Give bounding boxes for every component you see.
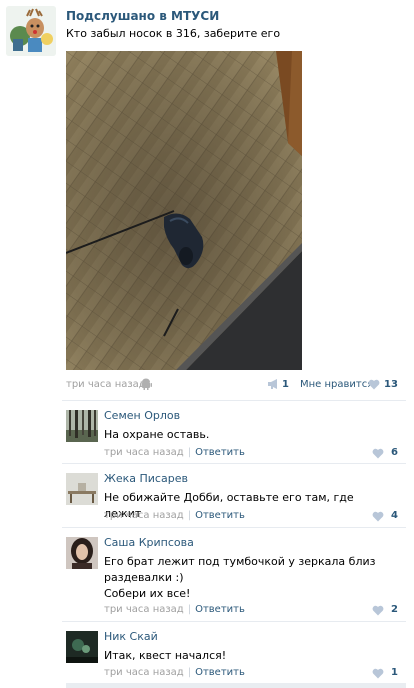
reply-link[interactable]: Ответить [195, 447, 245, 458]
comment: Саша Крипсова Его брат лежит под тумбочк… [62, 527, 406, 621]
avatar[interactable] [66, 537, 98, 569]
like-count[interactable]: 13 [384, 379, 398, 390]
room-avatar [66, 473, 98, 505]
reply-link[interactable]: Ответить [195, 510, 245, 521]
post-footer: три часа назад 1 Мне нравится 13 [66, 376, 406, 394]
reply-link[interactable]: Ответить [195, 667, 245, 678]
megaphone-icon[interactable] [267, 378, 280, 390]
avatar[interactable] [66, 631, 98, 663]
comments-list: Семен Орлов На охране оставь. три часа н… [62, 400, 406, 688]
comments-more-bar[interactable] [66, 683, 406, 688]
comment-like-count[interactable]: 4 [391, 510, 398, 521]
forest-avatar [66, 410, 98, 442]
heart-icon[interactable] [372, 605, 384, 616]
comment-meta: три часа назад | Ответить [104, 447, 245, 458]
separator: | [187, 667, 192, 678]
comment: Семен Орлов На охране оставь. три часа н… [62, 400, 406, 463]
android-icon [140, 378, 152, 390]
group-avatar[interactable] [6, 6, 56, 56]
post-time[interactable]: три часа назад [66, 379, 146, 390]
deer-logo-icon [6, 6, 56, 56]
comment-meta: три часа назад | Ответить [104, 667, 245, 678]
girl-avatar [66, 537, 98, 569]
comment-meta: три часа назад | Ответить [104, 510, 245, 521]
avatar[interactable] [66, 473, 98, 505]
comment-author[interactable]: Саша Крипсова [104, 536, 194, 549]
comment-author[interactable]: Жека Писарев [104, 472, 188, 485]
comment-text: Его брат лежит под тумбочкой у зеркала б… [104, 555, 376, 600]
comment-author[interactable]: Семен Орлов [104, 409, 180, 422]
separator: | [187, 604, 192, 615]
post-text: Кто забыл носок в 316, заберите его [66, 27, 281, 40]
comment-text: Итак, квест начался! [104, 649, 227, 662]
comment-author[interactable]: Ник Скай [104, 630, 158, 643]
comment: Жека Писарев Не обижайте Добби, оставьте… [62, 463, 406, 527]
heart-icon[interactable] [372, 511, 384, 522]
separator: | [187, 510, 192, 521]
floor-sock-photo [66, 51, 302, 370]
comment-like-count[interactable]: 2 [391, 604, 398, 615]
comment-meta: три часа назад | Ответить [104, 604, 245, 615]
comment-like-count[interactable]: 1 [391, 667, 398, 678]
avatar[interactable] [66, 410, 98, 442]
heart-icon[interactable] [368, 379, 380, 390]
dark-avatar [66, 631, 98, 663]
post-photo[interactable] [66, 51, 302, 370]
comment: Ник Скай Итак, квест начался! три часа н… [62, 621, 406, 683]
comment-time[interactable]: три часа назад [104, 510, 184, 521]
share-count[interactable]: 1 [282, 379, 289, 390]
comment-time[interactable]: три часа назад [104, 667, 184, 678]
group-name-link[interactable]: Подслушано в МТУСИ [66, 9, 219, 23]
reply-link[interactable]: Ответить [195, 604, 245, 615]
comment-text: На охране оставь. [104, 428, 210, 441]
separator: | [187, 447, 192, 458]
like-label[interactable]: Мне нравится [300, 379, 373, 390]
heart-icon[interactable] [372, 668, 384, 679]
comment-like-count[interactable]: 6 [391, 447, 398, 458]
heart-icon[interactable] [372, 448, 384, 459]
comment-time[interactable]: три часа назад [104, 447, 184, 458]
comment-time[interactable]: три часа назад [104, 604, 184, 615]
